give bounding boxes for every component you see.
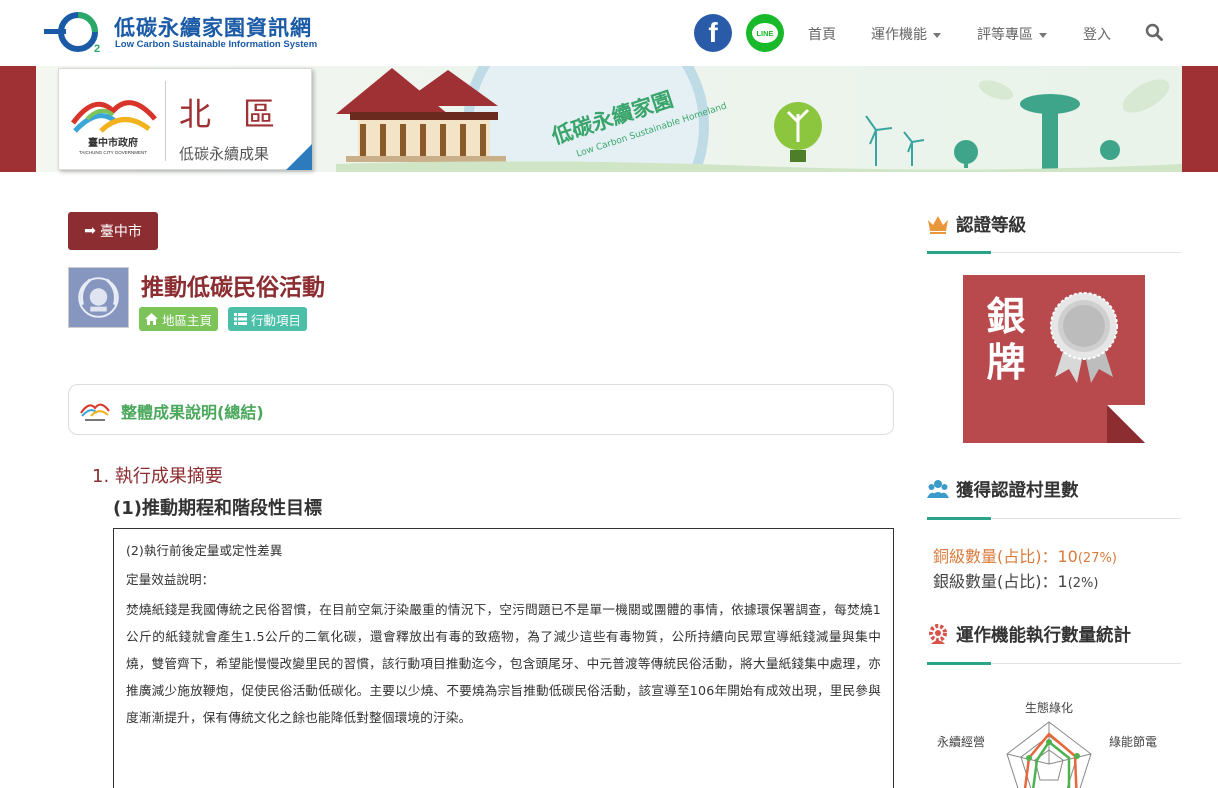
heading-divider <box>927 517 1181 520</box>
heading-text: 運作機能執行數量統計 <box>956 626 1131 646</box>
summary-label: 整體成果說明(總結) <box>121 403 264 422</box>
action-items-tag[interactable]: 行動項目 <box>228 307 308 331</box>
tag-label: 地區主頁 <box>162 312 213 328</box>
region-divider <box>165 81 166 161</box>
banner-illustration: 低碳永續家園 Low Carbon Sustainable Homeland <box>336 66 1182 172</box>
heading-divider <box>927 662 1181 665</box>
nav-label: 首頁 <box>808 27 836 43</box>
subsection-heading: (1)推動期程和階段性目標 <box>113 498 322 519</box>
heading-text: 認證等級 <box>956 216 1026 236</box>
radar-series-green <box>1032 740 1071 788</box>
nav-login[interactable]: 登入 <box>1083 24 1111 44</box>
radar-label-left: 永續經營 <box>937 734 985 749</box>
radar-label-right: 綠能節電 <box>1109 734 1157 749</box>
silver-percent: (2%) <box>1067 576 1099 591</box>
divider-accent <box>927 251 991 254</box>
search-icon[interactable] <box>1145 23 1163 41</box>
corner-accent <box>286 144 312 170</box>
content-line: (2)執行前後定量或定性差異 <box>126 543 283 558</box>
region-subtitle: 低碳永續成果 <box>179 145 270 163</box>
radar-label-top: 生態綠化 <box>1025 700 1073 715</box>
taichung-mini-logo <box>80 403 110 421</box>
region-banner: 低碳永續家園 Low Carbon Sustainable Homeland 臺… <box>0 66 1218 172</box>
gov-name-en: TAICHUNG CITY GOVERNMENT <box>79 150 147 155</box>
gov-name: 臺中市政府 <box>88 136 138 149</box>
divider-accent <box>927 662 991 665</box>
chevron-down-icon <box>933 32 941 38</box>
taichung-gov-logo: 臺中市政府 TAICHUNG CITY GOVERNMENT <box>70 100 157 155</box>
tag-label: 行動項目 <box>251 312 302 328</box>
chevron-down-icon <box>1039 32 1047 38</box>
bronze-value: 10 <box>1057 547 1078 566</box>
radar-point <box>1026 755 1032 761</box>
region-name: 北區 <box>179 95 308 133</box>
nav-operations[interactable]: 運作機能 <box>871 24 941 44</box>
radar-point <box>1046 739 1052 745</box>
radar-chart: 生態綠化 永續經營 綠能節電 <box>937 700 1157 788</box>
radar-point <box>1074 753 1080 759</box>
crown-icon <box>928 216 948 234</box>
nav-label: 運作機能 <box>871 27 927 43</box>
nav-label: 評等專區 <box>977 27 1033 43</box>
org-emblem <box>68 267 129 328</box>
top-navbar: 2 低碳永續家園資訊網 Low Carbon Sustainable Infor… <box>0 0 1218 66</box>
section-heading: 1. 執行成果摘要 <box>92 466 223 487</box>
content-line: 定量效益說明： <box>126 572 215 587</box>
summary-panel[interactable]: 整體成果說明(總結) <box>68 384 894 435</box>
silver-label: 銀級數量(占比)： <box>933 572 1058 591</box>
nav-home[interactable]: 首頁 <box>808 24 836 44</box>
facebook-icon[interactable]: f <box>694 14 732 52</box>
facebook-glyph: f <box>708 17 718 48</box>
region-card: 臺中市政府 TAICHUNG CITY GOVERNMENT 北區 低碳永續成果 <box>58 68 312 170</box>
page-title: 推動低碳民俗活動 <box>141 275 325 301</box>
site-logo[interactable]: 2 低碳永續家園資訊網 Low Carbon Sustainable Infor… <box>44 8 318 56</box>
line-icon[interactable]: LINE <box>746 14 784 52</box>
heading-text: 獲得認證村里數 <box>956 481 1079 501</box>
heading-divider <box>927 251 1181 254</box>
arrow-right-icon: ➡ <box>84 223 96 239</box>
logo-subtitle: Low Carbon Sustainable Information Syste… <box>115 39 318 50</box>
badge-text: 銀牌 <box>986 295 1026 386</box>
svg-text:2: 2 <box>94 43 100 54</box>
logo-title: 低碳永續家園資訊網 <box>114 16 312 40</box>
bronze-percent: (27%) <box>1077 551 1117 566</box>
line-glyph: LINE <box>752 23 778 43</box>
city-button-label: 臺中市 <box>99 224 142 240</box>
content-box: (2)執行前後定量或定性差異 定量效益說明： 焚燒紙錢是我國傳統之民俗習慣，在目… <box>113 528 894 788</box>
content-paragraph: 焚燒紙錢是我國傳統之民俗習慣，在目前空氣汙染嚴重的情況下，空污問題已不是單一機關… <box>126 602 881 725</box>
home-icon <box>145 313 158 325</box>
gear-icon <box>929 624 947 644</box>
people-icon <box>927 480 949 498</box>
city-button[interactable]: ➡ 臺中市 <box>68 212 158 250</box>
nav-label: 登入 <box>1083 27 1111 43</box>
badge-fold <box>1107 405 1145 443</box>
list-icon <box>234 313 247 325</box>
logo-mark-icon: 2 <box>44 12 100 54</box>
silver-value: 1 <box>1057 572 1068 591</box>
silver-count: 銀級數量(占比)：1(2%) <box>933 568 1098 592</box>
divider-accent <box>927 517 991 520</box>
region-home-tag[interactable]: 地區主頁 <box>139 307 219 331</box>
bronze-count: 銅級數量(占比)：10(27%) <box>933 543 1117 567</box>
nav-rating[interactable]: 評等專區 <box>977 24 1047 44</box>
silver-badge: 銀牌 <box>963 275 1145 443</box>
bronze-label: 銅級數量(占比)： <box>933 547 1058 566</box>
medal-icon <box>1050 292 1118 383</box>
